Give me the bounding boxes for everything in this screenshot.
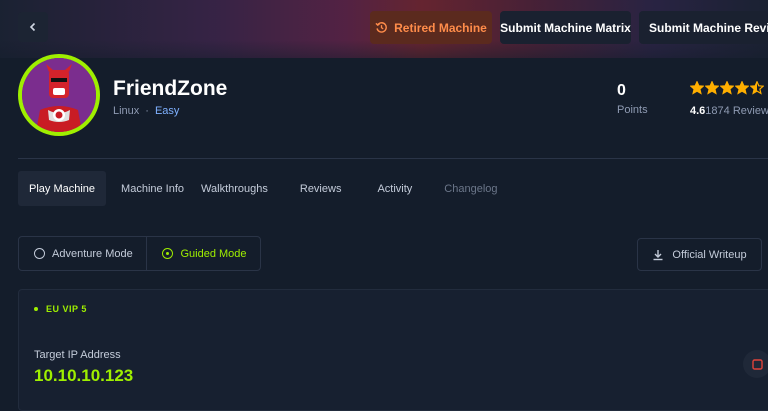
vpn-server-label: EU VIP 5	[46, 304, 87, 314]
submit-matrix-button[interactable]: Submit Machine Matrix	[500, 11, 631, 44]
history-icon	[375, 22, 388, 33]
section-divider	[18, 158, 768, 159]
machine-tabs: Play Machine Machine Info Walkthroughs R…	[18, 171, 512, 206]
back-button[interactable]	[18, 12, 48, 42]
machine-name: FriendZone	[113, 77, 228, 100]
tab-play-machine[interactable]: Play Machine	[18, 171, 107, 206]
vpn-connection-card: EU VIP 5 Target IP Address 10.10.10.123	[18, 289, 768, 411]
star-full-icon	[690, 81, 704, 95]
star-full-icon	[720, 81, 734, 95]
tab-activity[interactable]: Activity	[355, 171, 423, 206]
machine-difficulty: Easy	[154, 105, 180, 117]
tab-walkthroughs[interactable]: Walkthroughs	[198, 171, 279, 206]
mode-selector: Adventure Mode Guided Mode	[18, 236, 261, 271]
rating-count: 1874 Reviews	[705, 105, 768, 117]
rating-stars	[690, 81, 764, 95]
target-ip-value[interactable]: 10.10.10.123	[34, 366, 133, 386]
points-label: Points	[617, 104, 648, 116]
star-full-icon	[735, 81, 749, 95]
status-dot-icon	[34, 307, 38, 311]
download-icon	[653, 249, 663, 260]
submit-matrix-label: Submit Machine Matrix	[500, 20, 631, 35]
rating-value: 4.6	[690, 105, 706, 117]
radio-selected-icon	[162, 248, 174, 259]
star-full-icon	[705, 81, 719, 95]
radio-unselected-icon	[34, 248, 45, 259]
retired-machine-label: Retired Machine	[394, 20, 487, 35]
machine-os: Linux	[113, 105, 140, 117]
points-value: 0	[617, 82, 626, 99]
official-writeup-button[interactable]: Official Writeup	[637, 238, 762, 271]
square-icon	[751, 358, 763, 370]
guided-mode-option[interactable]: Guided Mode	[147, 237, 260, 270]
rating-summary: 4.61874 Reviews	[690, 105, 768, 117]
meta-separator: ·	[145, 105, 149, 117]
machine-meta: Linux · Easy	[113, 105, 179, 117]
adventure-mode-label: Adventure Mode	[52, 247, 133, 260]
official-writeup-label: Official Writeup	[672, 248, 747, 261]
tab-changelog[interactable]: Changelog	[426, 171, 508, 206]
machine-logo-icon	[22, 58, 96, 132]
target-ip-label: Target IP Address	[34, 349, 121, 361]
submit-review-button[interactable]: Submit Machine Review	[639, 11, 768, 44]
adventure-mode-option[interactable]: Adventure Mode	[19, 237, 148, 270]
submit-review-label: Submit Machine Review	[649, 20, 768, 35]
retired-machine-button[interactable]: Retired Machine	[370, 11, 492, 44]
tab-reviews[interactable]: Reviews	[282, 171, 353, 206]
machine-avatar	[18, 54, 100, 136]
chevron-left-icon	[29, 22, 36, 32]
star-half-icon	[750, 81, 764, 95]
floating-action-button[interactable]	[743, 350, 768, 378]
tab-machine-info[interactable]: Machine Info	[109, 171, 195, 206]
guided-mode-label: Guided Mode	[180, 247, 247, 260]
vpn-server-badge: EU VIP 5	[34, 304, 87, 314]
